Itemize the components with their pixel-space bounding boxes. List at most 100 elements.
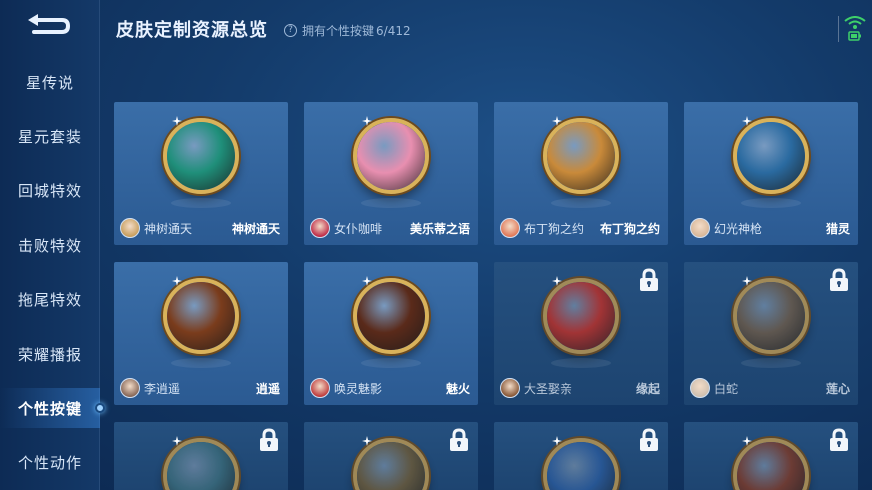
skin-card[interactable] [494, 422, 668, 490]
sidebar-item-star-suit[interactable]: 星元套装 [0, 116, 100, 156]
sidebar-item-custom-button[interactable]: 个性按键 [0, 388, 105, 428]
custom-button-medal [733, 118, 809, 194]
skin-card[interactable]: 幻光神枪 猎灵 [684, 102, 858, 245]
card-footer: 唤灵魅影 魅火 [304, 371, 478, 405]
sidebar-item-label: 荣耀播报 [17, 345, 82, 364]
button-skin-name: 神树通天 [231, 221, 280, 236]
medal-artwork [357, 442, 425, 490]
skin-card[interactable]: 白蛇 莲心 [684, 262, 858, 405]
sparkle-icon [172, 436, 182, 446]
custom-button-medal [733, 278, 809, 354]
skin-card[interactable] [304, 422, 478, 490]
wifi-icon [844, 16, 866, 29]
medal-reflection [741, 358, 801, 368]
sparkle-icon [552, 116, 562, 126]
hero-skin-name: 白蛇 [714, 381, 739, 396]
button-skin-name: 缘起 [635, 381, 660, 396]
hero-avatar [690, 378, 710, 398]
hero-avatar [690, 218, 710, 238]
sidebar-item-custom-action[interactable]: 个性动作 [0, 442, 100, 482]
sparkle-icon [552, 436, 562, 446]
sparkle-icon [362, 116, 372, 126]
sparkle-icon [172, 116, 182, 126]
sidebar-item-glory-broadcast[interactable]: 荣耀播报 [0, 334, 100, 374]
skin-card[interactable]: 唤灵魅影 魅火 [304, 262, 478, 405]
medal-artwork [357, 122, 425, 190]
lock-icon [830, 428, 848, 451]
sidebar-item-recall-effect[interactable]: 回城特效 [0, 170, 100, 210]
lock-icon [450, 428, 468, 451]
sparkle-icon [742, 276, 752, 286]
sidebar-item-label: 拖尾特效 [17, 290, 82, 309]
card-footer: 白蛇 莲心 [684, 371, 858, 405]
custom-button-medal [163, 278, 239, 354]
sidebar-item-star-legend[interactable]: 星传说 [0, 62, 100, 102]
skin-card[interactable] [684, 422, 858, 490]
skin-card[interactable]: 布丁狗之约 布丁狗之约 [494, 102, 668, 245]
card-footer: 布丁狗之约 布丁狗之约 [494, 211, 668, 245]
button-skin-name: 逍遥 [255, 381, 280, 396]
button-skin-name: 美乐蒂之语 [409, 221, 470, 236]
skin-card[interactable]: 女仆咖啡 美乐蒂之语 [304, 102, 478, 245]
custom-button-medal [163, 118, 239, 194]
hero-avatar [120, 218, 140, 238]
owned-label: 拥有个性按键 [302, 24, 375, 38]
sparkle-icon [362, 436, 372, 446]
battery-icon [848, 31, 861, 41]
medal-reflection [361, 198, 421, 208]
medal-artwork [357, 282, 425, 350]
question-circle-icon[interactable]: ? [284, 24, 297, 37]
medal-reflection [361, 358, 421, 368]
sidebar-item-label: 星元套装 [17, 127, 82, 146]
card-footer: 李逍遥 逍遥 [114, 371, 288, 405]
sparkle-icon [172, 276, 182, 286]
medal-artwork [547, 442, 615, 490]
back-arrow-icon [28, 14, 71, 34]
custom-button-medal [543, 118, 619, 194]
hero-avatar [500, 378, 520, 398]
active-indicator [95, 403, 105, 413]
lock-icon [830, 268, 848, 291]
medal-artwork [167, 122, 235, 190]
card-footer: 大圣娶亲 缘起 [494, 371, 668, 405]
sparkle-icon [742, 436, 752, 446]
sidebar-item-trail-effect[interactable]: 拖尾特效 [0, 279, 100, 319]
lock-icon [640, 268, 658, 291]
medal-artwork [167, 282, 235, 350]
custom-button-medal [353, 278, 429, 354]
custom-button-medal [543, 278, 619, 354]
card-footer: 女仆咖啡 美乐蒂之语 [304, 211, 478, 245]
sidebar-item-kill-effect[interactable]: 击败特效 [0, 225, 100, 265]
back-button[interactable] [24, 12, 74, 40]
skin-card[interactable]: 神树通天 神树通天 [114, 102, 288, 245]
owned-count-info: ? 拥有个性按键 6/412 [284, 22, 411, 39]
card-footer: 幻光神枪 猎灵 [684, 211, 858, 245]
hero-avatar [310, 218, 330, 238]
button-skin-name: 莲心 [825, 381, 850, 396]
hero-avatar [500, 218, 520, 238]
lock-icon [260, 428, 278, 451]
skin-card[interactable]: 李逍遥 逍遥 [114, 262, 288, 405]
medal-artwork [737, 122, 805, 190]
medal-reflection [741, 198, 801, 208]
status-indicators [838, 16, 866, 42]
sidebar-item-label: 个性动作 [17, 453, 82, 472]
owned-count: 6/412 [376, 23, 411, 38]
medal-reflection [551, 198, 611, 208]
hero-skin-name: 唤灵魅影 [334, 381, 383, 396]
medal-artwork [737, 282, 805, 350]
hero-skin-name: 李逍遥 [144, 381, 181, 396]
button-skin-name: 布丁狗之约 [599, 221, 660, 236]
skin-card[interactable]: 大圣娶亲 缘起 [494, 262, 668, 405]
medal-reflection [551, 358, 611, 368]
hero-avatar [310, 378, 330, 398]
sparkle-icon [742, 116, 752, 126]
skin-card[interactable] [114, 422, 288, 490]
hero-skin-name: 布丁狗之约 [524, 221, 585, 236]
hero-skin-name: 神树通天 [144, 221, 193, 236]
hero-skin-name: 幻光神枪 [714, 221, 763, 236]
sidebar-item-label: 个性按键 [17, 399, 82, 418]
sidebar-item-label: 星传说 [25, 73, 74, 92]
page-title: 皮肤定制资源总览 [116, 20, 268, 41]
hero-skin-name: 女仆咖啡 [334, 221, 383, 236]
